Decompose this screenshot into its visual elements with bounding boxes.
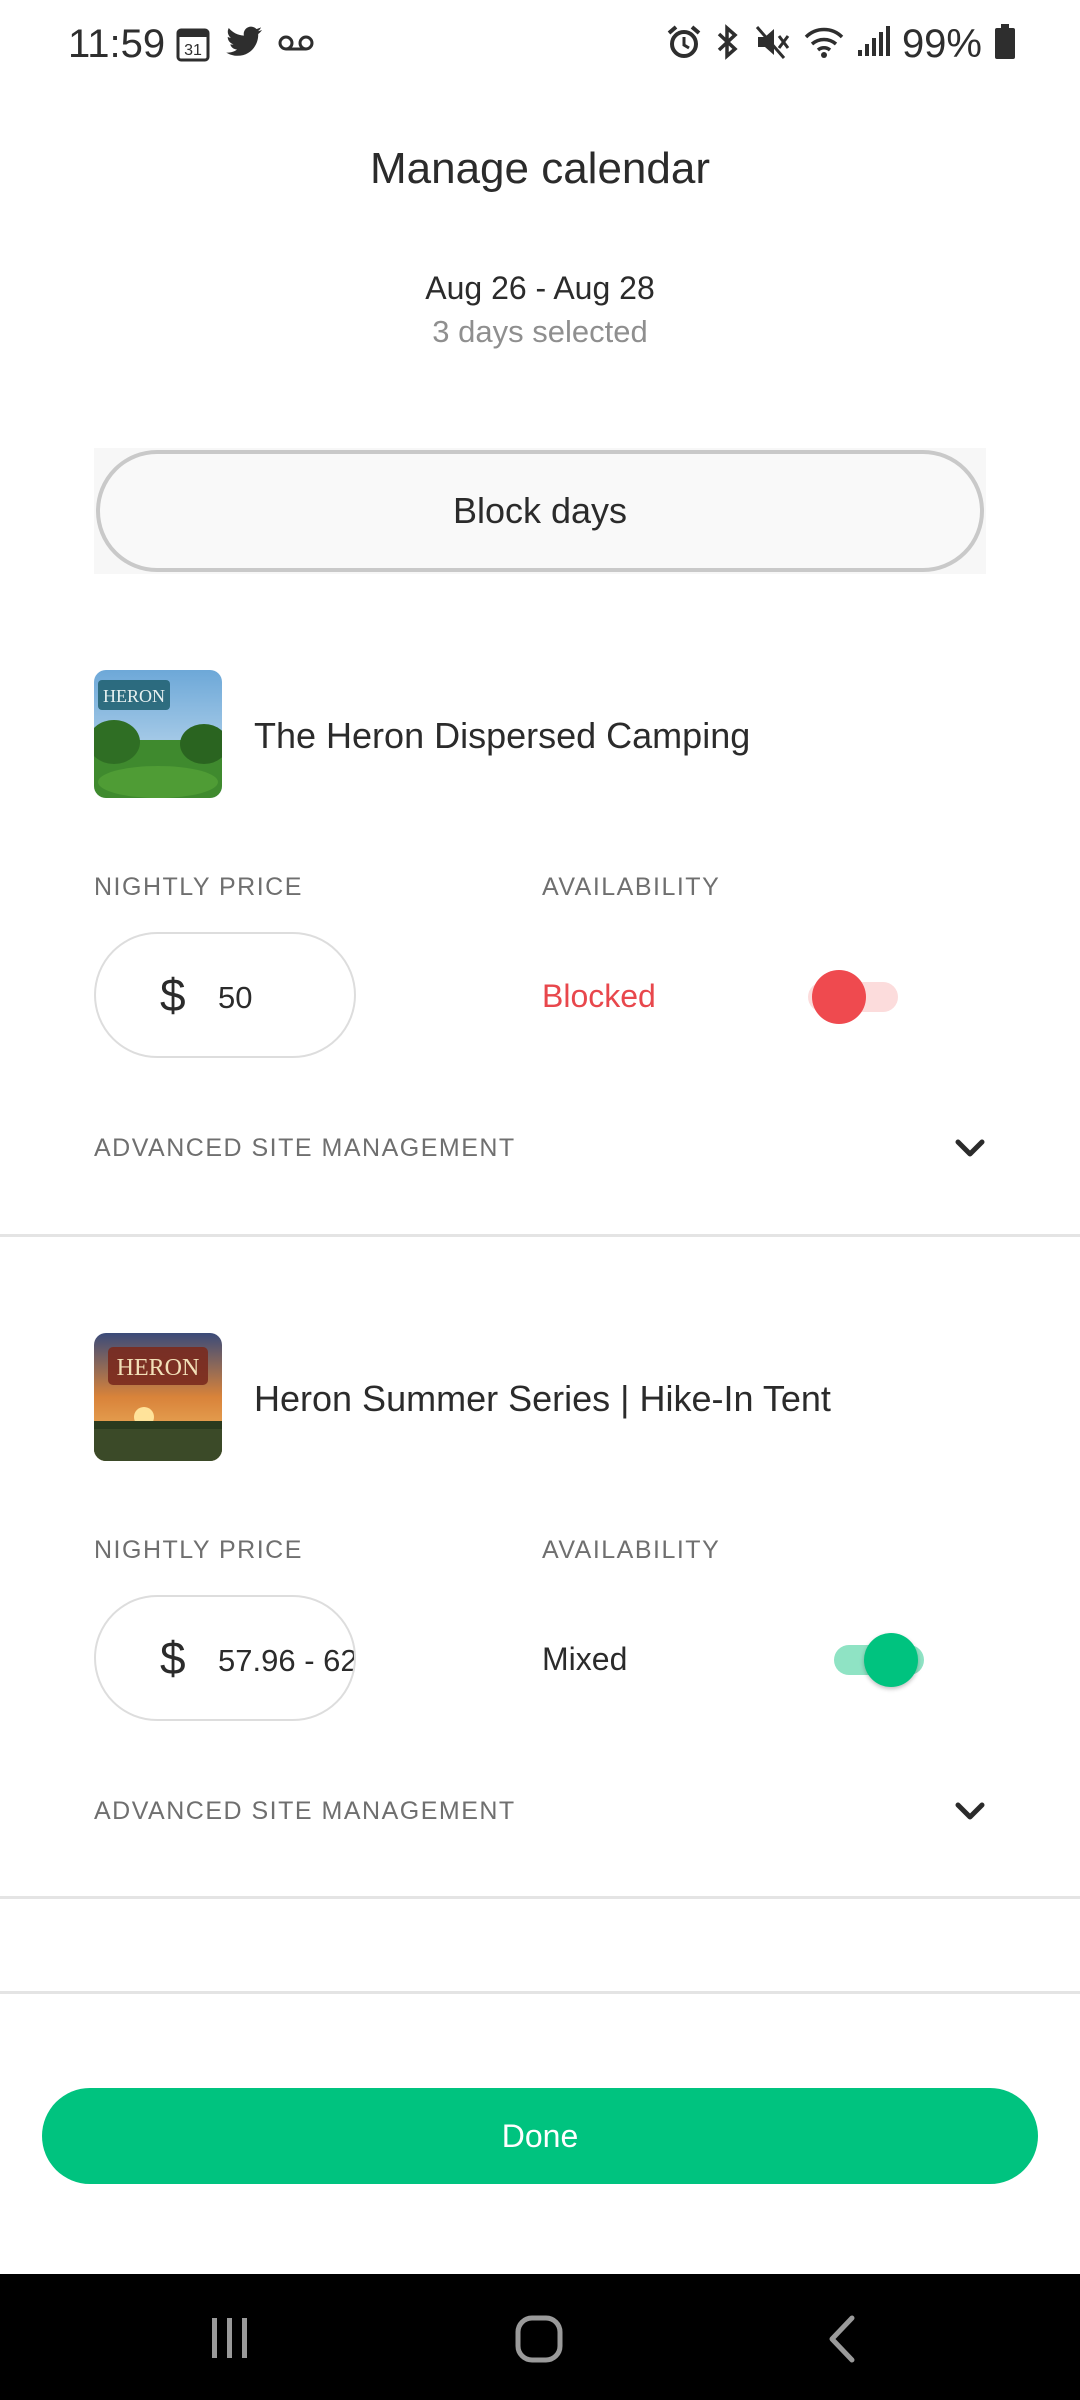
currency-symbol: $ — [160, 1632, 186, 1684]
advanced-site-management[interactable]: ADVANCED SITE MANAGEMENT — [94, 1134, 516, 1163]
status-left-icons: 31 — [176, 24, 314, 67]
status-bar: 11:59 31 99% — [0, 0, 1080, 88]
block-days-button[interactable]: Block days — [96, 450, 984, 572]
section-divider — [0, 1234, 1080, 1237]
availability-status: Blocked — [542, 978, 656, 1014]
date-range: Aug 26 - Aug 28 — [425, 270, 655, 306]
wifi-icon — [804, 25, 844, 64]
twitter-icon — [226, 26, 264, 65]
signal-icon — [856, 26, 890, 63]
calendar-icon: 31 — [176, 24, 212, 67]
status-right-icons: 99% — [666, 22, 1016, 67]
availability-label: AVAILABILITY — [542, 1536, 721, 1564]
site-thumbnail: HERON — [94, 670, 222, 798]
battery-icon — [994, 24, 1016, 65]
availability-toggle[interactable] — [808, 966, 898, 1026]
toggle-knob — [864, 1633, 918, 1687]
svg-text:HERON: HERON — [103, 686, 165, 706]
voicemail-icon — [278, 33, 314, 58]
price-value: 57.96 - 62 — [218, 1643, 356, 1678]
toggle-knob — [812, 970, 866, 1024]
chevron-down-icon[interactable] — [952, 1134, 988, 1169]
site-name: Heron Summer Series | Hike-In Tent — [254, 1378, 831, 1419]
price-value: 50 — [218, 980, 253, 1015]
bluetooth-icon — [714, 24, 742, 65]
nightly-price-label: NIGHTLY PRICE — [94, 873, 303, 901]
footer-divider — [0, 1991, 1080, 1994]
back-icon[interactable] — [822, 2314, 862, 2369]
svg-text:HERON: HERON — [117, 1355, 200, 1381]
home-icon[interactable] — [514, 2314, 564, 2369]
currency-symbol: $ — [160, 969, 186, 1021]
done-button[interactable]: Done — [42, 2088, 1038, 2184]
battery-percent: 99% — [901, 22, 982, 66]
chevron-down-icon[interactable] — [952, 1797, 988, 1832]
navigation-bar — [0, 2274, 1080, 2400]
nightly-price-input[interactable]: $ 57.96 - 62 — [94, 1595, 356, 1721]
site-thumbnail: HERON — [94, 1333, 222, 1461]
site-name: The Heron Dispersed Camping — [254, 715, 751, 756]
availability-status: Mixed — [542, 1641, 628, 1677]
status-time: 11:59 — [68, 22, 166, 66]
mute-icon — [754, 24, 792, 65]
block-days-container: Block days — [94, 448, 986, 574]
availability-toggle[interactable] — [834, 1629, 924, 1689]
days-selected-count: 3 days selected — [432, 314, 648, 349]
page-title: Manage calendar — [369, 144, 710, 193]
nightly-price-input[interactable]: $ 50 — [94, 932, 356, 1058]
calendar-icon-text: 31 — [184, 42, 202, 59]
advanced-site-management[interactable]: ADVANCED SITE MANAGEMENT — [94, 1797, 516, 1826]
alarm-icon — [666, 24, 702, 65]
section-divider — [0, 1896, 1080, 1899]
availability-label: AVAILABILITY — [542, 873, 721, 901]
recent-apps-icon[interactable] — [208, 2316, 252, 2365]
nightly-price-label: NIGHTLY PRICE — [94, 1536, 303, 1564]
